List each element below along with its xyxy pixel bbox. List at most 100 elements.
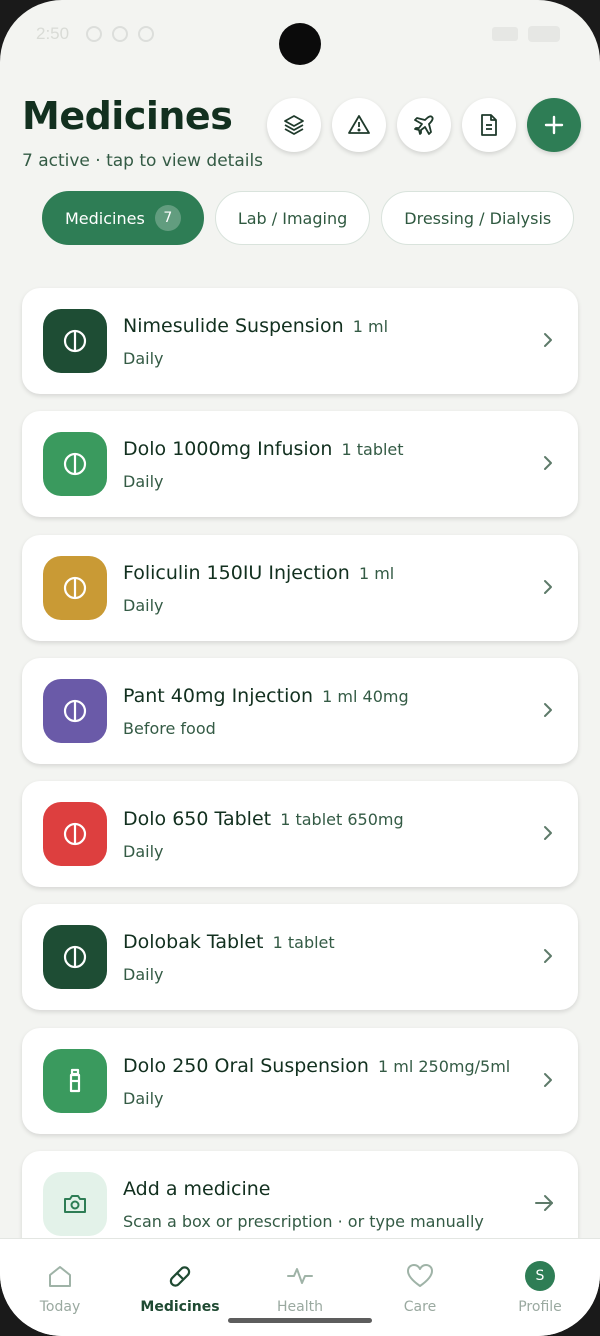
medicine-dose: 1 tablet [341, 440, 404, 459]
medicine-card[interactable]: Dolo 1000mg Infusion 1 tablet Daily [22, 411, 578, 517]
avatar: S [525, 1261, 555, 1291]
medicine-dose: 1 ml [352, 317, 389, 336]
battery-icon [528, 26, 560, 42]
status-notification-icons [86, 26, 154, 42]
medicine-icon-tile [43, 432, 107, 496]
nav-label: Profile [518, 1299, 562, 1315]
medicine-card[interactable]: Dolo 250 Oral Suspension 1 ml 250mg/5ml … [22, 1028, 578, 1134]
home-icon [49, 1266, 71, 1287]
medicine-icon-tile [43, 309, 107, 373]
phone-screen: 2:50 Medicines 7 active · tap to view de… [0, 0, 600, 1336]
tab-label: Dressing / Dialysis [404, 208, 552, 228]
add-medicine-title: Add a medicine [123, 1178, 271, 1200]
nav-label: Care [403, 1299, 437, 1315]
chevron-right-icon [544, 333, 552, 347]
medicine-name-line: Foliculin 150IU Injection 1 ml [123, 562, 394, 584]
plane-icon [414, 115, 434, 135]
medicine-schedule: Daily [123, 596, 164, 615]
pill-icon [63, 699, 87, 723]
pill-icon [63, 945, 87, 969]
pill-icon [63, 576, 87, 600]
bottle-icon [69, 1068, 81, 1093]
pill-icon [63, 329, 87, 353]
tab-dressing-dialysis[interactable]: Dressing / Dialysis [381, 191, 575, 245]
notification-icon [86, 26, 102, 42]
heart-icon [407, 1264, 433, 1287]
medicine-card[interactable]: Dolobak Tablet 1 tablet Daily [22, 904, 578, 1010]
nav-today[interactable]: Today [0, 1261, 120, 1315]
chevron-right-icon [544, 456, 552, 470]
medicine-icon-tile [43, 1049, 107, 1113]
tab-lab-imaging[interactable]: Lab / Imaging [214, 191, 371, 245]
medicine-card[interactable]: Pant 40mg Injection 1 ml 40mg Before foo… [22, 658, 578, 764]
nav-label: Health [277, 1299, 323, 1315]
document-button[interactable] [462, 98, 516, 152]
tab-count-badge: 7 [154, 205, 181, 231]
warning-icon [348, 115, 370, 134]
medicine-schedule: Daily [123, 472, 164, 491]
wifi-icon [492, 27, 518, 41]
pill-icon [63, 822, 87, 846]
medicine-card[interactable]: Dolo 650 Tablet 1 tablet 650mg Daily [22, 781, 578, 887]
medicine-name: Dolo 250 Oral Suspension [123, 1055, 369, 1077]
chevron-right-icon [544, 703, 552, 717]
tab-label: Medicines [65, 208, 145, 228]
nav-label: Medicines [140, 1299, 220, 1315]
medicine-schedule: Daily [123, 965, 164, 984]
document-icon [481, 114, 497, 136]
travel-button[interactable] [397, 98, 451, 152]
chevron-right-icon [544, 580, 552, 594]
medicine-name: Dolobak Tablet [123, 931, 264, 953]
plus-icon [544, 115, 564, 135]
layers-icon [284, 115, 304, 135]
status-system-icons [492, 26, 560, 42]
nav-label: Today [39, 1299, 81, 1315]
medicine-name-line: Dolo 250 Oral Suspension 1 ml 250mg/5ml [123, 1055, 510, 1077]
medicine-dose: 1 ml 40mg [322, 687, 409, 706]
pill-icon [63, 452, 87, 476]
camera-icon [64, 1195, 86, 1213]
home-indicator[interactable] [228, 1318, 372, 1323]
chevron-right-icon [544, 1073, 552, 1087]
layers-button[interactable] [267, 98, 321, 152]
nav-profile[interactable]: S Profile [480, 1261, 600, 1315]
medicine-schedule: Daily [123, 1089, 164, 1108]
nav-health[interactable]: Health [240, 1261, 360, 1315]
medicine-schedule: Daily [123, 349, 164, 368]
warning-button[interactable] [332, 98, 386, 152]
medicine-name: Pant 40mg Injection [123, 685, 314, 707]
add-medicine-icon-tile [43, 1172, 107, 1236]
medicine-card[interactable]: Foliculin 150IU Injection 1 ml Daily [22, 535, 578, 641]
tab-medicines[interactable]: Medicines 7 [42, 191, 204, 245]
medicine-name-line: Nimesulide Suspension 1 ml [123, 315, 388, 337]
medicine-dose: 1 tablet 650mg [280, 810, 404, 829]
medicine-icon-tile [43, 925, 107, 989]
nav-care[interactable]: Care [360, 1261, 480, 1315]
medicine-schedule: Daily [123, 842, 164, 861]
notification-icon [112, 26, 128, 42]
medicine-name-line: Dolo 650 Tablet 1 tablet 650mg [123, 808, 404, 830]
page-subtitle: 7 active · tap to view details [22, 151, 264, 171]
status-time: 2:50 [36, 24, 70, 43]
medicine-dose: 1 ml 250mg/5ml [377, 1057, 511, 1076]
tab-label: Lab / Imaging [237, 208, 348, 228]
chevron-right-icon [544, 949, 552, 963]
category-tabs: Medicines 7 Lab / Imaging Dressing / Dia… [42, 191, 575, 245]
notification-icon [138, 26, 154, 42]
camera-cutout [279, 23, 321, 65]
medicine-name: Dolo 650 Tablet [123, 808, 272, 830]
medicine-name: Nimesulide Suspension [123, 315, 344, 337]
medicine-card[interactable]: Nimesulide Suspension 1 ml Daily [22, 288, 578, 394]
medicine-dose: 1 ml [358, 564, 395, 583]
add-medicine-subtitle: Scan a box or prescription · or type man… [123, 1212, 484, 1231]
pulse-icon [287, 1268, 313, 1284]
medicine-name-line: Pant 40mg Injection 1 ml 40mg [123, 685, 409, 707]
nav-medicines[interactable]: Medicines [120, 1261, 240, 1315]
add-button[interactable] [527, 98, 581, 152]
medicine-name: Foliculin 150IU Injection [123, 562, 350, 584]
arrow-right-icon [535, 1195, 553, 1211]
medicine-name-line: Dolobak Tablet 1 tablet [123, 931, 335, 953]
pill-nav-icon [169, 1266, 191, 1287]
medicine-name: Dolo 1000mg Infusion [123, 438, 333, 460]
medicine-icon-tile [43, 556, 107, 620]
